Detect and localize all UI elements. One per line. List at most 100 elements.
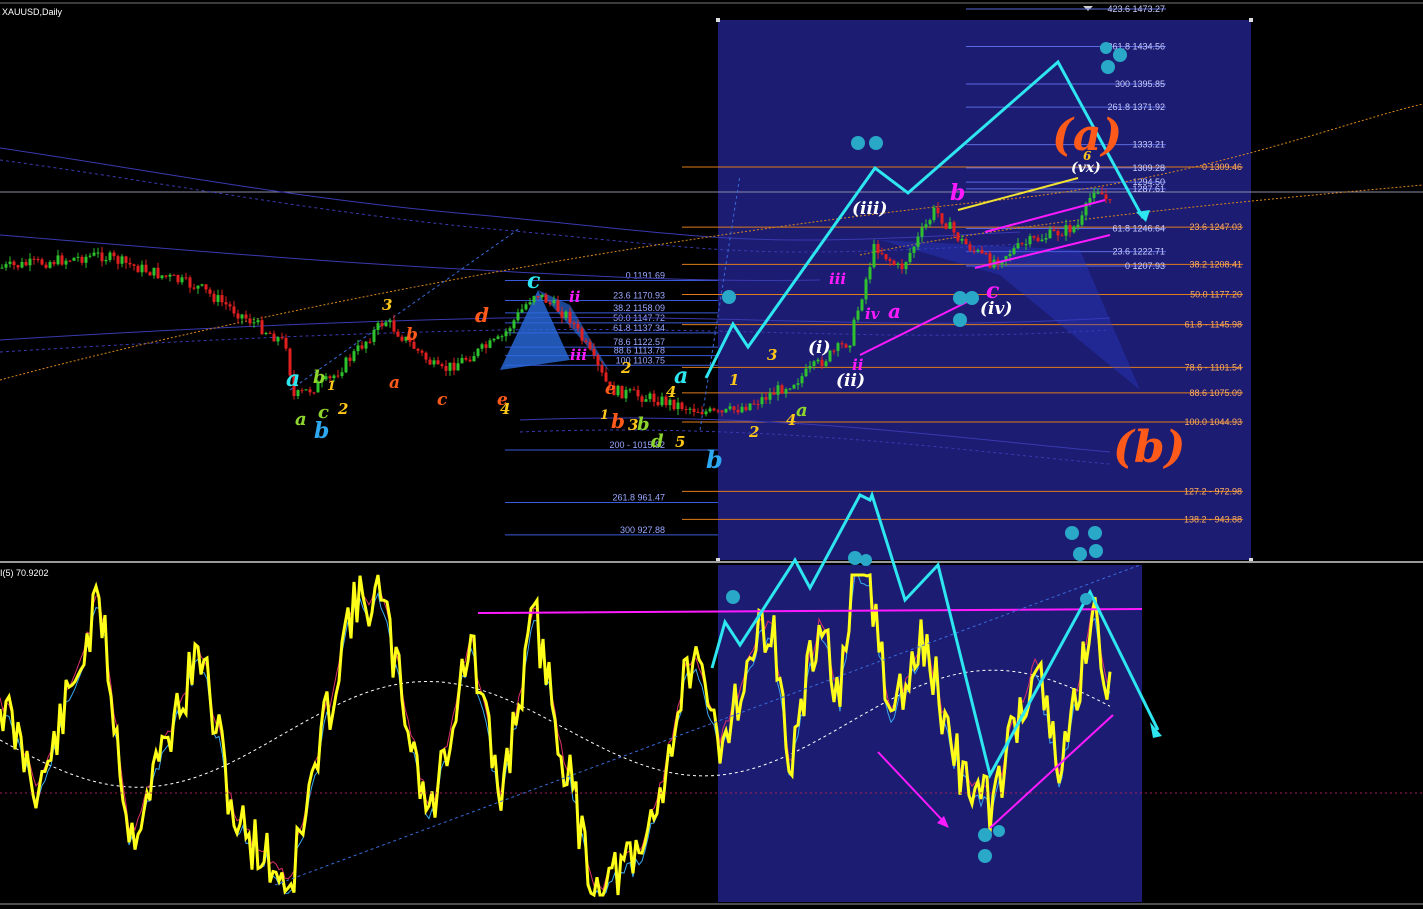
candle-body <box>120 256 124 264</box>
candle-body <box>900 263 904 270</box>
candle-body <box>916 236 920 247</box>
candle-body <box>204 284 208 290</box>
candle-body <box>56 255 60 265</box>
candle-body <box>584 340 588 342</box>
candle-body <box>468 359 472 362</box>
candle-body <box>812 361 816 367</box>
candle-body <box>892 260 896 265</box>
candle-body <box>60 255 64 265</box>
candle-body <box>1024 244 1028 246</box>
right-fib-label: 78.6 - 1101.54 <box>1185 362 1242 372</box>
candle-body <box>44 264 48 268</box>
candle-body <box>820 359 824 367</box>
wave-label-b-green-mid: b <box>637 414 650 435</box>
left-fib-label: 38.2 1158.09 <box>613 303 665 313</box>
candle-body <box>432 360 436 365</box>
candle-body <box>96 252 100 254</box>
candle-body <box>364 341 368 349</box>
candle-body <box>888 259 892 261</box>
wave-label-big-b: (b) <box>1113 422 1185 473</box>
candle-body <box>304 389 308 391</box>
wave-label-a-green-left: a <box>295 409 307 430</box>
candle-body <box>540 294 544 298</box>
candle-body <box>36 259 40 261</box>
candle-body <box>704 411 708 415</box>
candle-body <box>124 256 128 263</box>
candle-body <box>700 412 704 415</box>
candle-body <box>0 267 4 269</box>
candle-body <box>636 389 640 397</box>
candle-body <box>224 302 228 305</box>
candle-body <box>128 262 132 265</box>
candle-body <box>100 252 104 262</box>
candle-body <box>216 295 220 302</box>
candle-body <box>672 399 676 410</box>
candle-body <box>356 345 360 352</box>
candle-body <box>244 314 248 319</box>
candle-body <box>708 408 712 412</box>
candle-body <box>732 406 736 410</box>
candle-body <box>444 365 448 371</box>
candle-body <box>536 296 540 298</box>
right-fib-label: 88.6 1075.09 <box>1189 388 1242 398</box>
candle-body <box>832 350 836 352</box>
candle-body <box>952 222 956 233</box>
candle-body <box>680 402 684 409</box>
wave-label-2-yellow-left: 2 <box>337 400 348 418</box>
candle-body <box>228 304 232 307</box>
candle-body <box>576 324 580 329</box>
candle-body <box>476 348 480 357</box>
candle-body <box>64 260 68 265</box>
candle-body <box>460 357 464 364</box>
right-fib-label: 50.0 1177.20 <box>1190 289 1242 299</box>
candle-body <box>684 408 688 410</box>
wave-label-ii-magenta-left: ii <box>569 288 581 306</box>
candle-body <box>52 262 56 265</box>
wave-label-1-yellow-left: 1 <box>327 379 336 394</box>
candle-body <box>736 409 740 413</box>
wave-label-4-yellow-e: 4 <box>500 400 510 418</box>
wave-label-d-orange: d <box>475 303 489 327</box>
candle-body <box>880 253 884 255</box>
candle-body <box>756 403 760 405</box>
candle-body <box>452 362 456 371</box>
candle-body <box>1036 237 1040 242</box>
candle-body <box>396 331 400 337</box>
candle-body <box>864 279 868 300</box>
candle-body <box>32 258 36 260</box>
candle-body <box>1108 199 1112 201</box>
candle-body <box>148 272 152 276</box>
wave-label-4-yellow: 4 <box>786 411 796 429</box>
candle-body <box>740 406 744 413</box>
wave-label-ii: (ii) <box>836 371 865 391</box>
candle-body <box>652 393 656 402</box>
left-fib-label: 88.6 1113.78 <box>614 346 665 356</box>
candle-body <box>28 258 32 266</box>
candle-body <box>1016 243 1020 249</box>
candle-body <box>484 344 488 348</box>
candle-body <box>272 333 276 342</box>
trading-chart[interactable]: 0 1191.6923.6 1170.9338.2 1158.0950.0 11… <box>0 0 1423 909</box>
candle-body <box>556 300 560 312</box>
candle-body <box>104 259 108 262</box>
candle-body <box>248 318 252 324</box>
candle-body <box>940 213 944 224</box>
candle-body <box>912 246 916 253</box>
candle-body <box>1056 230 1060 236</box>
right-fib-label: 61.8 - 1145.98 <box>1185 320 1242 330</box>
candle-body <box>116 256 120 264</box>
candle-body <box>1072 226 1076 233</box>
candle-body <box>836 343 840 351</box>
candle-body <box>1080 215 1084 225</box>
candle-body <box>976 250 980 252</box>
candle-body <box>264 332 268 335</box>
candle-body <box>48 262 52 268</box>
candle-body <box>904 262 908 270</box>
candle-body <box>932 207 936 221</box>
candle-body <box>656 401 660 406</box>
candle-body <box>384 322 388 327</box>
candle-body <box>152 267 156 276</box>
candle-body <box>968 244 972 251</box>
candle-body <box>980 250 984 254</box>
candle-body <box>984 253 988 255</box>
